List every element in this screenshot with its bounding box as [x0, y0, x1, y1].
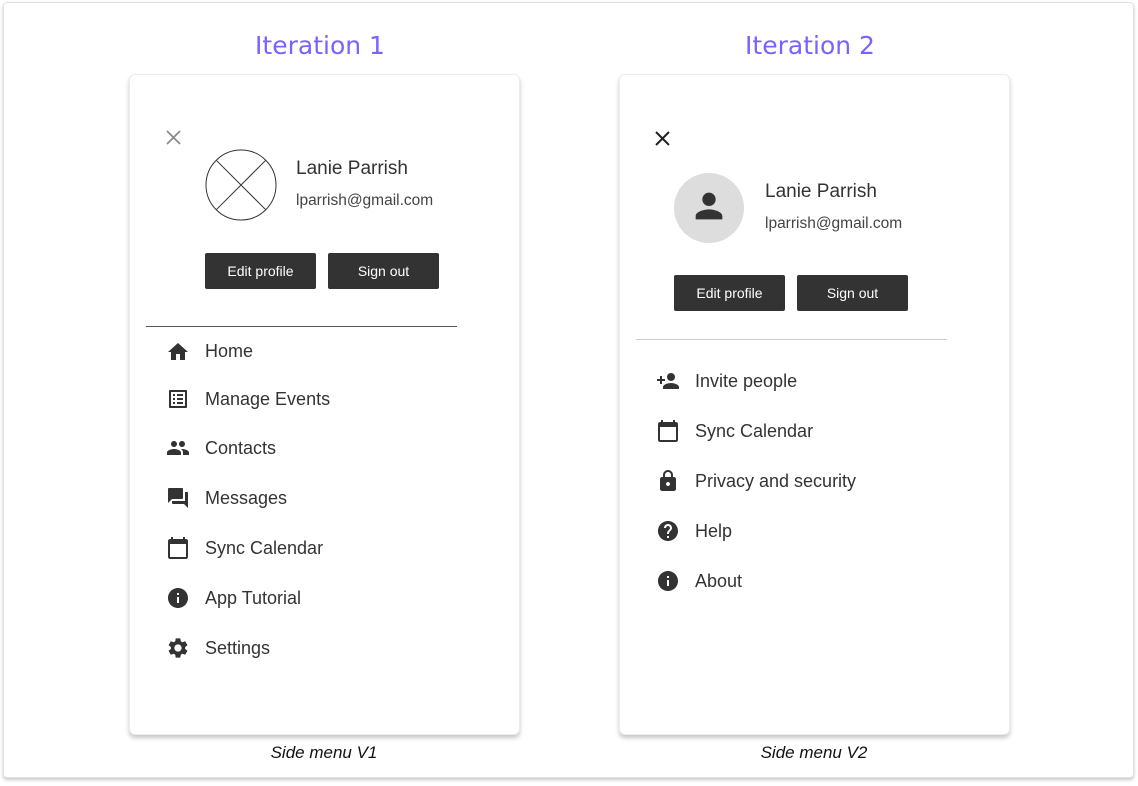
user-email: lparrish@gmail.com — [765, 215, 903, 232]
user-name: Lanie Parrish — [765, 181, 877, 202]
side-menu-list: Home Manage Events Contacts Messages Syn… — [166, 328, 330, 673]
menu-item-app-tutorial[interactable]: App Tutorial — [166, 573, 330, 623]
menu-item-label: About — [695, 570, 743, 591]
forum-icon — [166, 486, 190, 510]
caption-v1: Side menu V1 — [270, 743, 378, 762]
menu-item-label: Home — [205, 341, 254, 361]
person-icon — [689, 186, 729, 231]
menu-item-invite-people[interactable]: Invite people — [656, 356, 856, 406]
list-alt-icon — [166, 387, 190, 411]
info-icon — [656, 569, 680, 593]
person-add-icon — [656, 369, 680, 393]
close-icon[interactable] — [655, 131, 670, 146]
edit-profile-button[interactable]: Edit profile — [674, 275, 785, 311]
avatar — [674, 173, 744, 243]
menu-item-label: Sync Calendar — [695, 420, 814, 441]
menu-item-label: Messages — [205, 487, 288, 508]
info-icon — [166, 586, 190, 610]
menu-divider — [146, 326, 457, 327]
menu-item-sync-calendar[interactable]: Sync Calendar — [656, 406, 856, 456]
sign-out-button[interactable]: Sign out — [328, 253, 439, 289]
iteration-2-heading: Iteration 2 — [745, 31, 875, 60]
menu-item-sync-calendar[interactable]: Sync Calendar — [166, 523, 330, 573]
avatar-placeholder — [205, 149, 277, 221]
calendar-icon — [656, 419, 680, 443]
close-icon[interactable] — [166, 130, 181, 145]
menu-item-home[interactable]: Home — [166, 328, 330, 375]
menu-item-messages[interactable]: Messages — [166, 473, 330, 523]
menu-item-manage-events[interactable]: Manage Events — [166, 375, 330, 423]
menu-item-label: Help — [695, 520, 733, 541]
menu-item-help[interactable]: Help — [656, 506, 856, 556]
menu-item-about[interactable]: About — [656, 556, 856, 606]
side-menu-v1: Lanie Parrish lparrish@gmail.com Edit pr… — [129, 74, 520, 735]
calendar-icon — [166, 536, 190, 560]
menu-item-contacts[interactable]: Contacts — [166, 423, 330, 473]
home-icon — [166, 340, 190, 364]
comparison-board: Iteration 1 Lanie Parrish lparrish@gmail… — [3, 2, 1134, 778]
menu-item-label: Invite people — [695, 370, 798, 391]
menu-item-label: Manage Events — [205, 388, 331, 409]
lock-icon — [656, 469, 680, 493]
people-icon — [166, 436, 190, 460]
menu-item-label: App Tutorial — [205, 587, 302, 608]
sign-out-button[interactable]: Sign out — [797, 275, 908, 311]
caption-v2: Side menu V2 — [760, 743, 868, 762]
gear-icon — [166, 636, 190, 660]
edit-profile-button[interactable]: Edit profile — [205, 253, 316, 289]
user-name: Lanie Parrish — [296, 158, 408, 179]
menu-divider — [636, 339, 947, 340]
menu-item-label: Sync Calendar — [205, 537, 324, 558]
help-icon — [656, 519, 680, 543]
side-menu-list: Invite people Sync Calendar Privacy and … — [656, 356, 856, 606]
side-menu-v2: Lanie Parrish lparrish@gmail.com Edit pr… — [619, 74, 1010, 735]
menu-item-label: Privacy and security — [695, 470, 857, 491]
menu-item-settings[interactable]: Settings — [166, 623, 330, 673]
menu-item-label: Contacts — [205, 437, 277, 458]
menu-item-privacy-security[interactable]: Privacy and security — [656, 456, 856, 506]
user-email: lparrish@gmail.com — [296, 192, 434, 209]
menu-item-label: Settings — [205, 637, 271, 658]
iteration-1-heading: Iteration 1 — [255, 31, 385, 60]
